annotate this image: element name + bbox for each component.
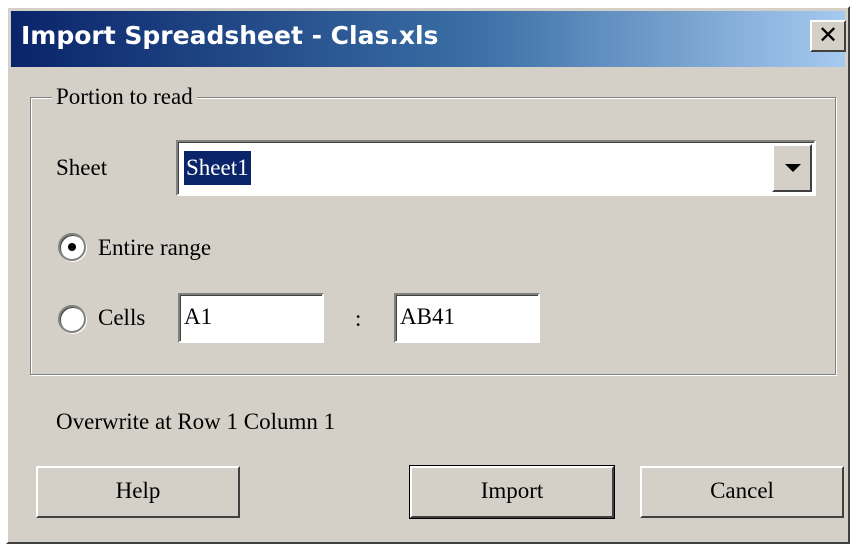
cell-to-input[interactable]: AB41 bbox=[394, 293, 540, 343]
cell-from-input[interactable]: A1 bbox=[178, 293, 324, 343]
cancel-button[interactable]: Cancel bbox=[640, 466, 844, 518]
entire-range-label[interactable]: Entire range bbox=[98, 235, 211, 261]
chevron-down-icon bbox=[785, 164, 801, 172]
sheet-label: Sheet bbox=[56, 155, 108, 180]
sheet-dropdown[interactable]: Sheet1 bbox=[176, 140, 816, 196]
entire-range-radio[interactable] bbox=[58, 233, 86, 261]
help-button[interactable]: Help bbox=[36, 466, 240, 518]
range-separator: : bbox=[355, 306, 362, 331]
close-icon: ✕ bbox=[817, 21, 839, 49]
cells-radio[interactable] bbox=[58, 305, 86, 333]
import-button[interactable]: Import bbox=[409, 465, 615, 519]
title-bar[interactable]: Import Spreadsheet - Clas.xls bbox=[11, 11, 845, 67]
overwrite-info-text: Overwrite at Row 1 Column 1 bbox=[56, 409, 336, 434]
dropdown-button[interactable] bbox=[772, 144, 812, 192]
portion-legend: Portion to read bbox=[52, 84, 197, 110]
close-button[interactable]: ✕ bbox=[810, 20, 846, 52]
radio-selected-dot bbox=[68, 243, 76, 251]
sheet-selected-value: Sheet1 bbox=[184, 151, 251, 185]
cells-label[interactable]: Cells bbox=[98, 305, 145, 331]
window-title: Import Spreadsheet - Clas.xls bbox=[21, 21, 439, 50]
